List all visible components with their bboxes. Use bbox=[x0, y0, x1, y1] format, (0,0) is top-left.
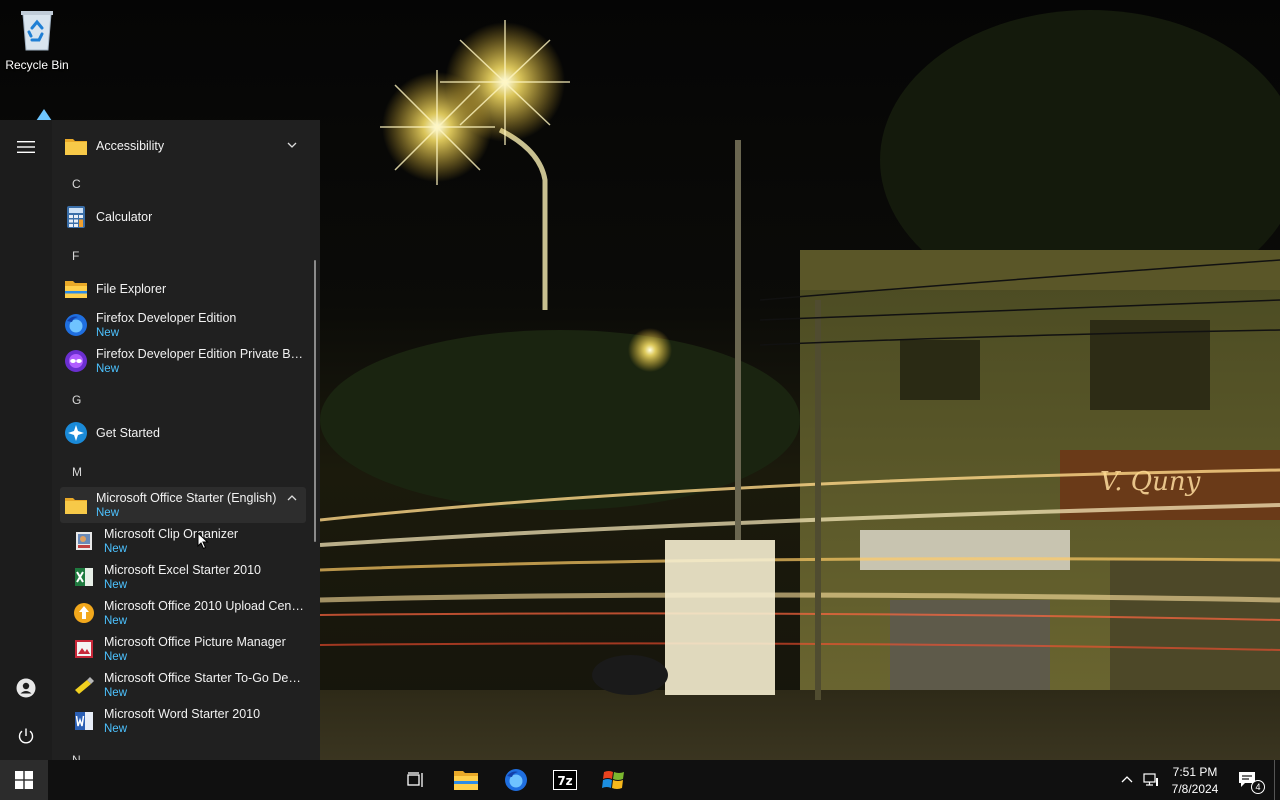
start-menu-rail bbox=[0, 120, 52, 760]
task-view-button[interactable] bbox=[392, 760, 440, 800]
new-badge: New bbox=[104, 723, 128, 735]
group-header-c[interactable]: C bbox=[72, 177, 81, 191]
app-list-item-office-starter-folder[interactable]: Microsoft Office Starter (English) New bbox=[60, 487, 306, 523]
recycle-bin-icon bbox=[0, 8, 74, 55]
app-list-item-to-go[interactable]: Microsoft Office Starter To-Go Devi... N… bbox=[60, 667, 306, 703]
network-icon bbox=[1143, 773, 1158, 786]
firefox-private-icon bbox=[65, 350, 87, 372]
expand-menu-button[interactable] bbox=[6, 129, 46, 165]
app-list-item-firefox-dev-private[interactable]: Firefox Developer Edition Private Bro...… bbox=[60, 343, 306, 379]
app-list-item-picture-manager[interactable]: Microsoft Office Picture Manager New bbox=[60, 631, 306, 667]
new-badge: New bbox=[96, 507, 120, 519]
app-label: Microsoft Office Picture Manager bbox=[104, 635, 286, 649]
app-list-item-clip-organizer[interactable]: Microsoft Clip Organizer New bbox=[60, 523, 306, 559]
get-started-icon bbox=[65, 422, 87, 444]
new-badge: New bbox=[96, 327, 120, 339]
app-label: File Explorer bbox=[96, 282, 167, 296]
user-icon bbox=[16, 678, 36, 698]
new-badge: New bbox=[104, 615, 128, 627]
clip-organizer-icon bbox=[76, 532, 92, 550]
firefox-icon bbox=[505, 769, 527, 791]
group-header-n[interactable]: N bbox=[72, 753, 81, 760]
file-explorer-icon bbox=[65, 281, 87, 298]
chevron-up-icon[interactable] bbox=[286, 492, 298, 504]
desktop-shortcut-partial[interactable] bbox=[34, 108, 54, 121]
clock[interactable]: 7:51 PM 7/8/2024 bbox=[1165, 763, 1225, 797]
app-list-item-word-starter[interactable]: Microsoft Word Starter 2010 New bbox=[60, 703, 306, 739]
app-list-item-upload-center[interactable]: Microsoft Office 2010 Upload Center New bbox=[60, 595, 306, 631]
app-label: Microsoft Word Starter 2010 bbox=[104, 707, 261, 721]
app-label: Microsoft Office 2010 Upload Center bbox=[104, 599, 304, 613]
app-list: Accessibility C Calculator F File Explor… bbox=[60, 120, 310, 760]
clock-time: 7:51 PM bbox=[1172, 765, 1218, 779]
user-account-button[interactable] bbox=[6, 670, 46, 706]
app-label: Microsoft Office Starter (English) bbox=[96, 491, 277, 505]
file-explorer-icon bbox=[454, 771, 478, 790]
power-icon bbox=[18, 728, 34, 744]
picture-manager-icon bbox=[75, 640, 93, 658]
start-button[interactable] bbox=[0, 760, 48, 800]
power-button[interactable] bbox=[6, 718, 46, 754]
taskbar-7zip[interactable]: 7z bbox=[541, 760, 589, 800]
network-button[interactable] bbox=[1138, 760, 1164, 800]
calculator-icon bbox=[67, 206, 85, 228]
folder-icon bbox=[65, 139, 87, 155]
mouse-cursor-icon bbox=[197, 532, 209, 550]
taskbar-file-explorer[interactable] bbox=[442, 760, 490, 800]
taskbar-office[interactable] bbox=[590, 760, 638, 800]
app-list-item-accessibility[interactable]: Accessibility bbox=[60, 128, 306, 164]
show-desktop-button[interactable] bbox=[1274, 760, 1280, 800]
start-menu: Accessibility C Calculator F File Explor… bbox=[0, 120, 320, 760]
windows-logo-icon bbox=[15, 771, 33, 789]
menu-icon bbox=[17, 141, 35, 153]
notification-count-badge: 4 bbox=[1251, 780, 1265, 794]
svg-text:7z: 7z bbox=[557, 774, 572, 788]
taskbar-firefox[interactable] bbox=[492, 760, 540, 800]
recycle-bin-label: Recycle Bin bbox=[5, 58, 69, 72]
app-list-item-file-explorer[interactable]: File Explorer bbox=[60, 271, 306, 307]
folder-icon bbox=[65, 498, 87, 514]
new-badge: New bbox=[104, 579, 128, 591]
app-label: Get Started bbox=[96, 426, 160, 440]
app-label: Calculator bbox=[96, 210, 153, 224]
new-badge: New bbox=[96, 363, 120, 375]
new-badge: New bbox=[104, 543, 128, 555]
show-hidden-icons-button[interactable] bbox=[1116, 760, 1138, 800]
notification-center-button[interactable]: 4 bbox=[1228, 760, 1268, 800]
app-list-item-firefox-dev[interactable]: Firefox Developer Edition New bbox=[60, 307, 306, 343]
firefox-icon bbox=[65, 314, 87, 336]
taskbar: 7z 7:51 PM 7/8/2024 4 bbox=[0, 760, 1280, 800]
app-list-item-get-started[interactable]: Get Started bbox=[60, 415, 306, 451]
app-list-item-calculator[interactable]: Calculator bbox=[60, 199, 306, 235]
new-badge: New bbox=[104, 687, 128, 699]
group-header-g[interactable]: G bbox=[72, 393, 81, 407]
7zip-icon: 7z bbox=[553, 770, 577, 790]
app-label: Firefox Developer Edition bbox=[96, 311, 237, 325]
app-list-scrollbar[interactable] bbox=[314, 260, 316, 542]
word-icon bbox=[75, 712, 93, 730]
app-label: Microsoft Office Starter To-Go Devi... bbox=[104, 671, 304, 685]
office-icon bbox=[602, 771, 624, 789]
app-label: Firefox Developer Edition Private Bro... bbox=[96, 347, 304, 361]
new-badge: New bbox=[104, 651, 128, 663]
upload-center-icon bbox=[74, 603, 94, 623]
chevron-up-icon bbox=[1121, 776, 1133, 783]
app-label: Microsoft Clip Organizer bbox=[104, 527, 239, 541]
app-label: Microsoft Excel Starter 2010 bbox=[104, 563, 262, 577]
group-header-f[interactable]: F bbox=[72, 249, 79, 263]
chevron-down-icon[interactable] bbox=[286, 139, 298, 151]
usb-drive-icon bbox=[75, 677, 94, 694]
task-view-icon bbox=[407, 772, 423, 787]
excel-icon bbox=[75, 568, 93, 586]
group-header-m[interactable]: M bbox=[72, 465, 82, 479]
recycle-bin-shortcut[interactable]: Recycle Bin bbox=[0, 8, 74, 72]
app-label: Accessibility bbox=[96, 139, 165, 153]
clock-date: 7/8/2024 bbox=[1171, 782, 1219, 796]
app-list-item-excel-starter[interactable]: Microsoft Excel Starter 2010 New bbox=[60, 559, 306, 595]
